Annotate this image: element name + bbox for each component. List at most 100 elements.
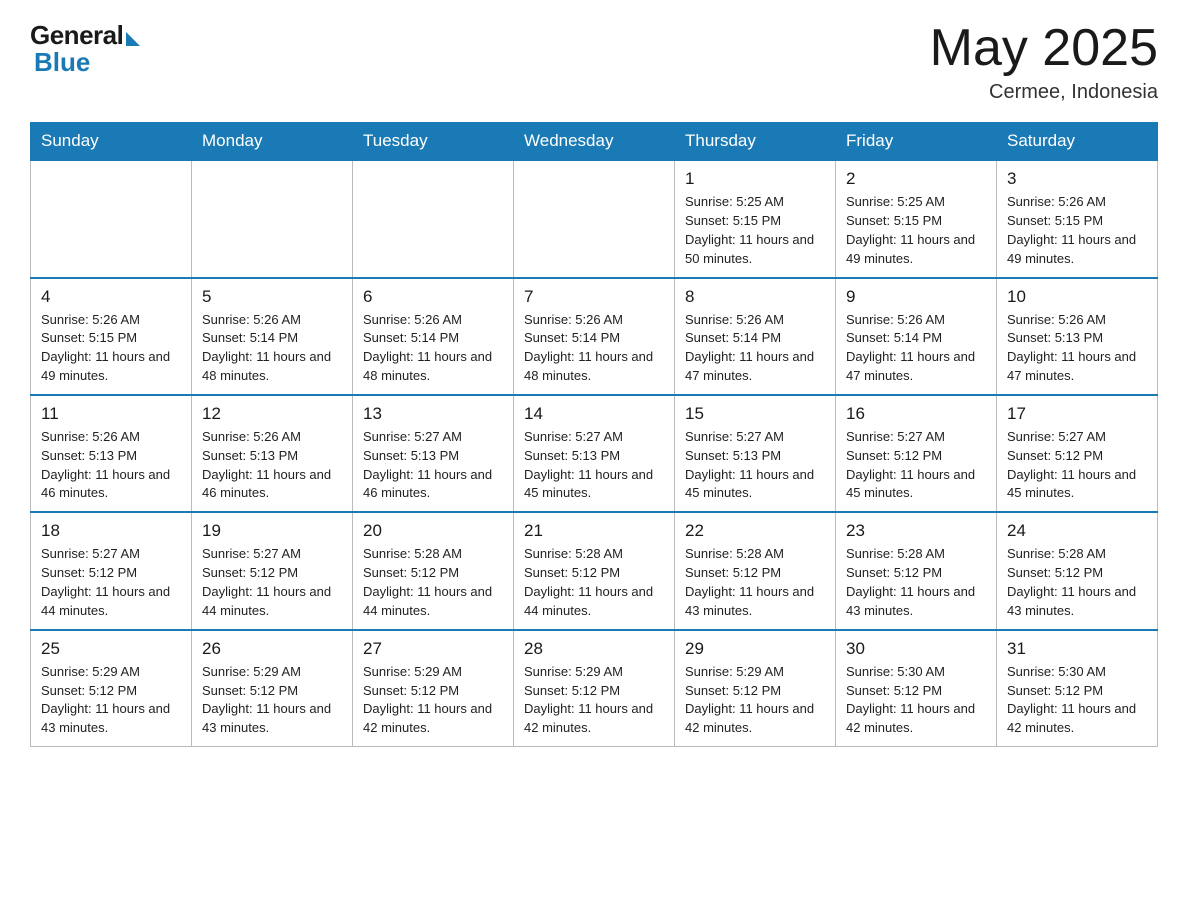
day-number: 27 <box>363 639 503 659</box>
title-block: May 2025 Cermee, Indonesia <box>930 20 1158 104</box>
week-row-3: 11 Sunrise: 5:26 AM Sunset: 5:13 PM Dayli… <box>31 395 1158 512</box>
calendar-cell: 25 Sunrise: 5:29 AM Sunset: 5:12 PM Dayli… <box>31 630 192 747</box>
day-number: 1 <box>685 169 825 189</box>
page-header: General Blue May 2025 Cermee, Indonesia <box>30 20 1158 104</box>
day-number: 10 <box>1007 287 1147 307</box>
day-number: 19 <box>202 521 342 541</box>
calendar-cell: 13Sunrise: 5:27 AM Sunset: 5:13 PM Dayli… <box>353 395 514 512</box>
calendar-header-wednesday: Wednesday <box>514 123 675 161</box>
day-number: 2 <box>846 169 986 189</box>
week-row-4: 18 Sunrise: 5:27 AM Sunset: 5:12 PM Dayli… <box>31 512 1158 629</box>
day-number: 18 <box>41 521 181 541</box>
calendar-cell: 9 Sunrise: 5:26 AM Sunset: 5:14 PM Daylig… <box>836 278 997 395</box>
calendar-cell: 8 Sunrise: 5:26 AM Sunset: 5:14 PM Daylig… <box>675 278 836 395</box>
day-number: 28 <box>524 639 664 659</box>
calendar-cell: 10 Sunrise: 5:26 AM Sunset: 5:13 PM Dayli… <box>997 278 1158 395</box>
day-info: Sunrise: 5:27 AM Sunset: 5:12 PM Dayligh… <box>1007 428 1147 503</box>
day-info: Sunrise: 5:26 AM Sunset: 5:15 PM Dayligh… <box>1007 193 1147 268</box>
day-number: 30 <box>846 639 986 659</box>
day-number: 11 <box>41 404 181 424</box>
day-info: Sunrise: 5:29 AM Sunset: 5:12 PM Dayligh… <box>41 663 181 738</box>
calendar-cell: 12 Sunrise: 5:26 AM Sunset: 5:13 PM Dayli… <box>192 395 353 512</box>
calendar-cell <box>353 160 514 277</box>
calendar-cell <box>192 160 353 277</box>
day-info: Sunrise: 5:27 AM Sunset: 5:13 PM Dayligh… <box>524 428 664 503</box>
day-info: Sunrise: 5:28 AM Sunset: 5:12 PM Dayligh… <box>524 545 664 620</box>
calendar-cell: 2 Sunrise: 5:25 AM Sunset: 5:15 PM Daylig… <box>836 160 997 277</box>
week-row-5: 25 Sunrise: 5:29 AM Sunset: 5:12 PM Dayli… <box>31 630 1158 747</box>
calendar-cell: 7 Sunrise: 5:26 AM Sunset: 5:14 PM Daylig… <box>514 278 675 395</box>
day-number: 4 <box>41 287 181 307</box>
calendar-cell: 26Sunrise: 5:29 AM Sunset: 5:12 PM Dayli… <box>192 630 353 747</box>
calendar-header-monday: Monday <box>192 123 353 161</box>
day-info: Sunrise: 5:26 AM Sunset: 5:14 PM Dayligh… <box>846 311 986 386</box>
day-number: 5 <box>202 287 342 307</box>
day-info: Sunrise: 5:29 AM Sunset: 5:12 PM Dayligh… <box>202 663 342 738</box>
day-number: 20 <box>363 521 503 541</box>
calendar-cell: 4 Sunrise: 5:26 AM Sunset: 5:15 PM Daylig… <box>31 278 192 395</box>
day-info: Sunrise: 5:29 AM Sunset: 5:12 PM Dayligh… <box>524 663 664 738</box>
day-info: Sunrise: 5:27 AM Sunset: 5:12 PM Dayligh… <box>202 545 342 620</box>
calendar-cell <box>514 160 675 277</box>
calendar-cell: 22 Sunrise: 5:28 AM Sunset: 5:12 PM Dayli… <box>675 512 836 629</box>
calendar-header-tuesday: Tuesday <box>353 123 514 161</box>
calendar-table: SundayMondayTuesdayWednesdayThursdayFrid… <box>30 122 1158 747</box>
week-row-2: 4 Sunrise: 5:26 AM Sunset: 5:15 PM Daylig… <box>31 278 1158 395</box>
day-number: 14 <box>524 404 664 424</box>
day-info: Sunrise: 5:26 AM Sunset: 5:15 PM Dayligh… <box>41 311 181 386</box>
calendar-header-thursday: Thursday <box>675 123 836 161</box>
week-row-1: 1 Sunrise: 5:25 AM Sunset: 5:15 PM Daylig… <box>31 160 1158 277</box>
calendar-cell: 21 Sunrise: 5:28 AM Sunset: 5:12 PM Dayli… <box>514 512 675 629</box>
calendar-header-row: SundayMondayTuesdayWednesdayThursdayFrid… <box>31 123 1158 161</box>
calendar-cell: 18Sunrise: 5:27 AM Sunset: 5:12 PM Dayli… <box>31 512 192 629</box>
day-info: Sunrise: 5:26 AM Sunset: 5:13 PM Dayligh… <box>202 428 342 503</box>
day-number: 6 <box>363 287 503 307</box>
calendar-cell: 29 Sunrise: 5:29 AM Sunset: 5:12 PM Dayli… <box>675 630 836 747</box>
day-info: Sunrise: 5:29 AM Sunset: 5:12 PM Dayligh… <box>685 663 825 738</box>
logo-blue-text: Blue <box>30 47 90 78</box>
calendar-cell: 6 Sunrise: 5:26 AM Sunset: 5:14 PM Daylig… <box>353 278 514 395</box>
day-info: Sunrise: 5:28 AM Sunset: 5:12 PM Dayligh… <box>685 545 825 620</box>
day-info: Sunrise: 5:27 AM Sunset: 5:12 PM Dayligh… <box>846 428 986 503</box>
day-number: 13 <box>363 404 503 424</box>
day-info: Sunrise: 5:28 AM Sunset: 5:12 PM Dayligh… <box>1007 545 1147 620</box>
calendar-header-saturday: Saturday <box>997 123 1158 161</box>
calendar-header-friday: Friday <box>836 123 997 161</box>
calendar-cell: 30Sunrise: 5:30 AM Sunset: 5:12 PM Dayli… <box>836 630 997 747</box>
day-number: 12 <box>202 404 342 424</box>
day-info: Sunrise: 5:26 AM Sunset: 5:14 PM Dayligh… <box>685 311 825 386</box>
day-number: 9 <box>846 287 986 307</box>
month-title: May 2025 <box>930 20 1158 77</box>
day-number: 7 <box>524 287 664 307</box>
calendar-header-sunday: Sunday <box>31 123 192 161</box>
day-info: Sunrise: 5:28 AM Sunset: 5:12 PM Dayligh… <box>846 545 986 620</box>
day-number: 25 <box>41 639 181 659</box>
day-info: Sunrise: 5:26 AM Sunset: 5:14 PM Dayligh… <box>524 311 664 386</box>
logo-arrow-icon <box>126 32 140 46</box>
day-info: Sunrise: 5:26 AM Sunset: 5:13 PM Dayligh… <box>41 428 181 503</box>
calendar-cell <box>31 160 192 277</box>
day-info: Sunrise: 5:28 AM Sunset: 5:12 PM Dayligh… <box>363 545 503 620</box>
calendar-cell: 3Sunrise: 5:26 AM Sunset: 5:15 PM Daylig… <box>997 160 1158 277</box>
day-info: Sunrise: 5:26 AM Sunset: 5:14 PM Dayligh… <box>363 311 503 386</box>
day-number: 8 <box>685 287 825 307</box>
day-info: Sunrise: 5:26 AM Sunset: 5:14 PM Dayligh… <box>202 311 342 386</box>
day-info: Sunrise: 5:27 AM Sunset: 5:13 PM Dayligh… <box>685 428 825 503</box>
calendar-cell: 23 Sunrise: 5:28 AM Sunset: 5:12 PM Dayli… <box>836 512 997 629</box>
day-number: 21 <box>524 521 664 541</box>
day-number: 29 <box>685 639 825 659</box>
calendar-cell: 31Sunrise: 5:30 AM Sunset: 5:12 PM Dayli… <box>997 630 1158 747</box>
calendar-cell: 1 Sunrise: 5:25 AM Sunset: 5:15 PM Daylig… <box>675 160 836 277</box>
day-number: 16 <box>846 404 986 424</box>
calendar-cell: 24Sunrise: 5:28 AM Sunset: 5:12 PM Dayli… <box>997 512 1158 629</box>
day-number: 15 <box>685 404 825 424</box>
logo: General Blue <box>30 20 140 78</box>
day-info: Sunrise: 5:25 AM Sunset: 5:15 PM Dayligh… <box>846 193 986 268</box>
day-number: 22 <box>685 521 825 541</box>
day-info: Sunrise: 5:29 AM Sunset: 5:12 PM Dayligh… <box>363 663 503 738</box>
calendar-cell: 19 Sunrise: 5:27 AM Sunset: 5:12 PM Dayli… <box>192 512 353 629</box>
day-info: Sunrise: 5:26 AM Sunset: 5:13 PM Dayligh… <box>1007 311 1147 386</box>
day-number: 23 <box>846 521 986 541</box>
day-info: Sunrise: 5:25 AM Sunset: 5:15 PM Dayligh… <box>685 193 825 268</box>
calendar-cell: 17Sunrise: 5:27 AM Sunset: 5:12 PM Dayli… <box>997 395 1158 512</box>
